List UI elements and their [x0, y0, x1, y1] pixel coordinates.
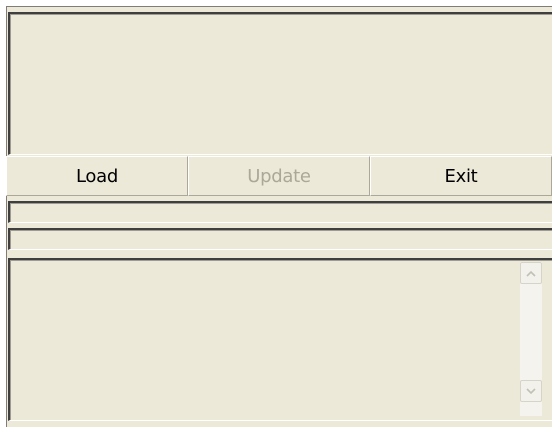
vertical-scrollbar[interactable]	[520, 262, 542, 416]
chevron-down-icon	[526, 387, 536, 394]
update-button: Update	[188, 156, 370, 196]
load-button[interactable]: Load	[6, 156, 188, 196]
button-row: Load Update Exit	[6, 156, 552, 196]
scroll-up-button[interactable]	[520, 262, 542, 284]
display-panel	[8, 12, 552, 155]
scroll-track[interactable]	[520, 284, 542, 380]
log-text-area[interactable]	[8, 258, 552, 421]
status-field-2[interactable]	[8, 228, 552, 250]
chevron-up-icon	[526, 270, 536, 277]
status-field-1[interactable]	[8, 201, 552, 223]
scroll-down-button[interactable]	[520, 380, 542, 402]
exit-button[interactable]: Exit	[370, 156, 552, 196]
